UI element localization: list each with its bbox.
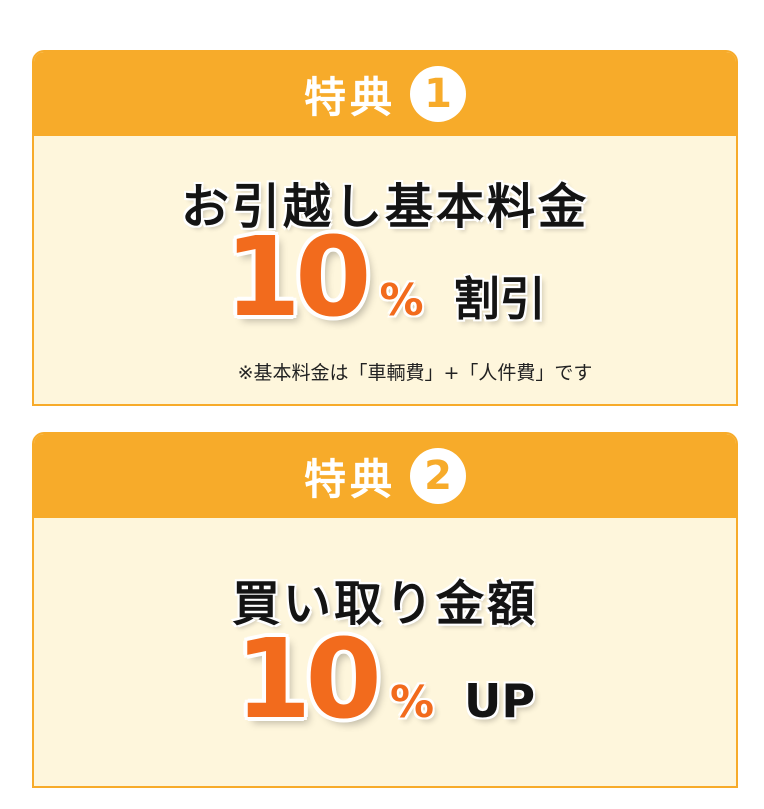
benefit-header: 特典 1 (34, 52, 736, 136)
benefit-header-label: 特典 (303, 454, 396, 504)
discount-suffix: 割引 (453, 272, 546, 326)
benefit-note: ※基本料金は「車輌費」+「人件費」です (237, 362, 593, 384)
benefit-card-2: 特典 2 買い取り金額 10 % UP (32, 432, 738, 788)
discount-number: 10 (224, 213, 371, 341)
benefit-header-label: 特典 (303, 72, 396, 122)
increase-number: 10 (234, 615, 382, 743)
increase-row: 10 % UP (34, 624, 736, 734)
number-badge-icon: 1 (410, 66, 466, 122)
increase-suffix: UP (464, 674, 536, 728)
benefit-header: 特典 2 (34, 434, 736, 518)
benefit-card-1: 特典 1 お引越し基本料金 10 % 割引 ※基本料金は「車輌費」+「人件費」で… (32, 50, 738, 406)
percent-sign: % (389, 677, 435, 728)
percent-sign: % (379, 275, 424, 326)
number-badge-icon: 2 (410, 448, 466, 504)
discount-row: 10 % 割引 (34, 222, 736, 332)
